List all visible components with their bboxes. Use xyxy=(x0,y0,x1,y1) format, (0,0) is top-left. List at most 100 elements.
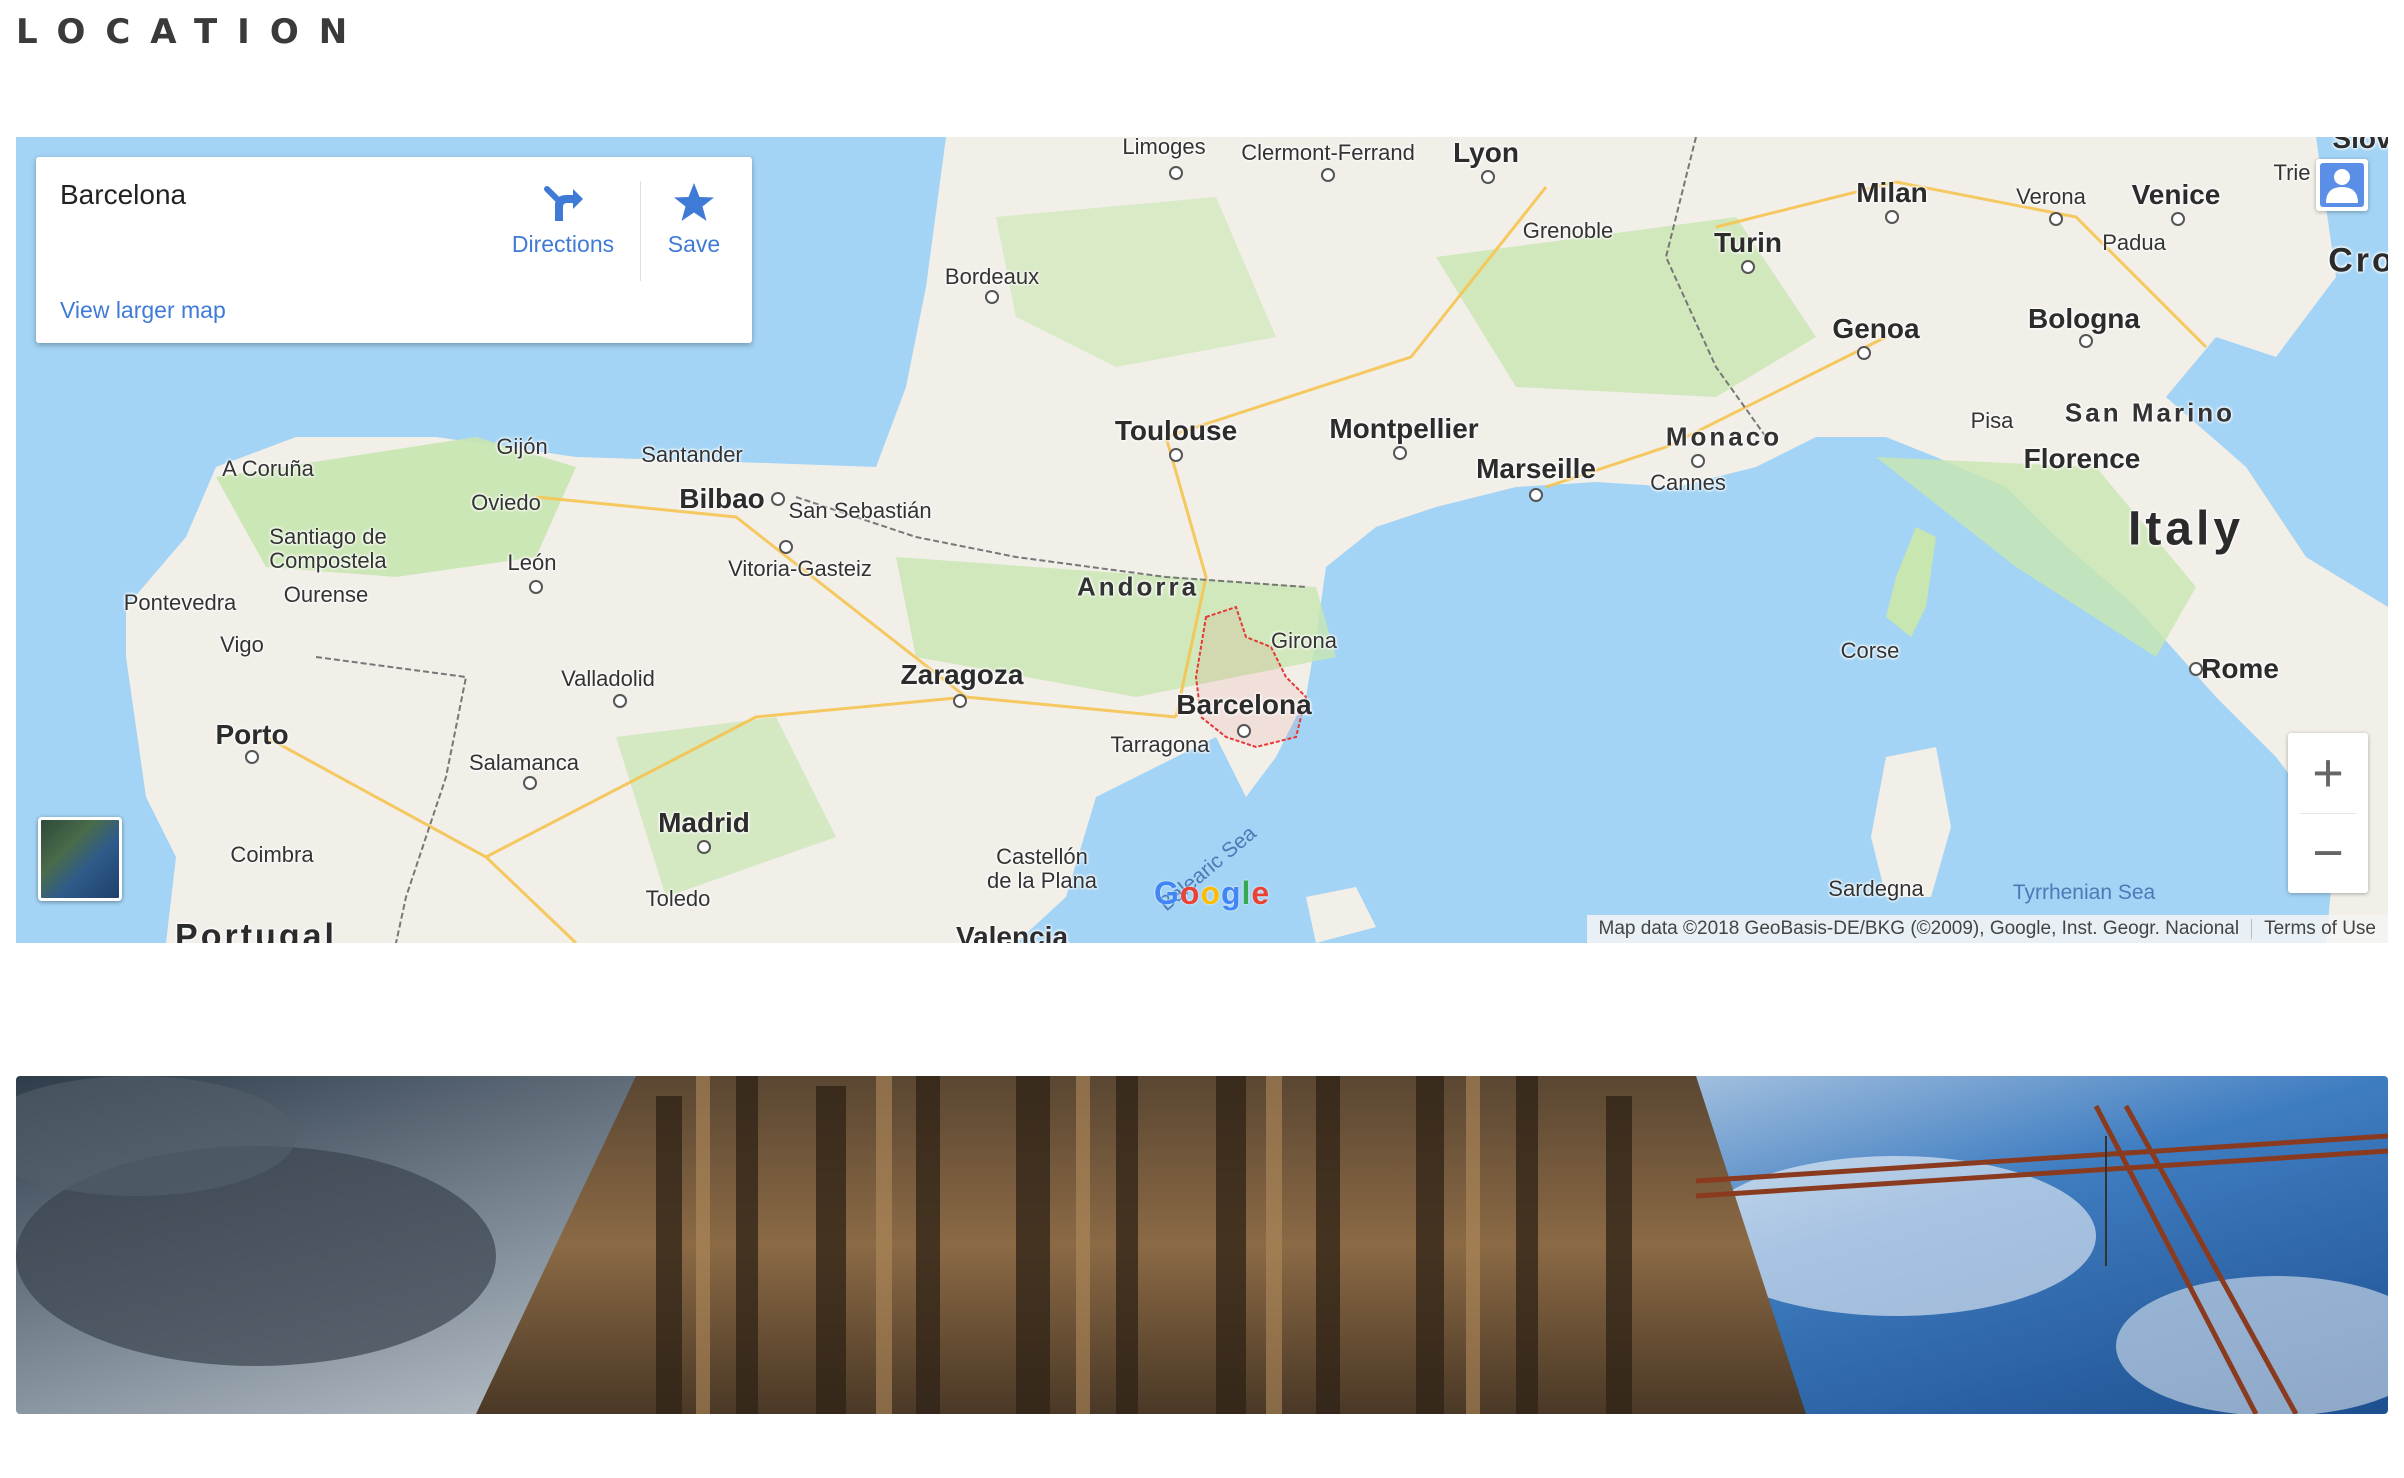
map-label-milan: Milan xyxy=(1856,177,1928,208)
map-label-toulouse: Toulouse xyxy=(1114,415,1238,446)
map-label-valencia: Valencia xyxy=(955,921,1069,943)
google-logo: Google xyxy=(1154,875,1271,911)
map-label-zaragoza: Zaragoza xyxy=(900,659,1024,690)
map-label-bilbao: Bilbao xyxy=(679,483,765,514)
map-label-pisa: Pisa xyxy=(1970,408,2014,433)
zoom-control: + − xyxy=(2288,733,2368,893)
map-label-grenoble: Grenoble xyxy=(1522,218,1614,243)
map-city-dot[interactable] xyxy=(523,776,537,790)
map-city-dot[interactable] xyxy=(1691,454,1705,468)
map-city-dot[interactable] xyxy=(1529,488,1543,502)
map-label-tarragona: Tarragona xyxy=(1110,732,1210,757)
map-city-dot[interactable] xyxy=(1237,724,1251,738)
map-city-dot[interactable] xyxy=(697,840,711,854)
map-label-barcelona: Barcelona xyxy=(1176,689,1312,720)
map-attribution: Map data ©2018 GeoBasis-DE/BKG (©2009), … xyxy=(1586,915,2388,943)
map-city-dot[interactable] xyxy=(1857,346,1871,360)
place-info-card: Barcelona Directions Save View larger ma… xyxy=(36,157,752,343)
map-label-leon: León xyxy=(507,550,557,575)
section-title: LOCATION xyxy=(16,12,368,52)
map-city-dot[interactable] xyxy=(2171,212,2185,226)
map-city-dot[interactable] xyxy=(1885,210,1899,224)
map-city-dot[interactable] xyxy=(1393,446,1407,460)
map-label-castellon: Castellón de la Plana xyxy=(986,844,1098,893)
map-label-ourense: Ourense xyxy=(283,582,369,607)
map-city-dot[interactable] xyxy=(529,580,543,594)
map-label-a-coruna: A Coruña xyxy=(222,456,314,481)
satellite-view-toggle[interactable] xyxy=(38,817,122,901)
map-label-vigo: Vigo xyxy=(220,632,264,657)
map-label-girona: Girona xyxy=(1270,628,1338,653)
directions-label: Directions xyxy=(511,231,615,257)
directions-button[interactable]: Directions xyxy=(498,181,628,258)
save-label: Save xyxy=(667,231,721,257)
view-larger-map-link[interactable]: View larger map xyxy=(60,297,226,324)
map-label-valladolid: Valladolid xyxy=(561,666,655,691)
map-label-andorra: Andorra xyxy=(1076,571,1200,602)
map-label-cannes: Cannes xyxy=(1650,470,1726,495)
map-label-sardegna: Sardegna xyxy=(1828,876,1924,901)
map-label-bordeaux: Bordeaux xyxy=(944,264,1040,289)
map-label-coimbra: Coimbra xyxy=(230,842,314,867)
map-label-genoa: Genoa xyxy=(1832,313,1920,344)
map-label-lyon: Lyon xyxy=(1453,137,1519,168)
zoom-out-button[interactable]: − xyxy=(2288,813,2368,893)
map-city-dot[interactable] xyxy=(1741,260,1755,274)
map-label-marseille: Marseille xyxy=(1476,453,1596,484)
map-city-dot[interactable] xyxy=(613,694,627,708)
map-label-limoges: Limoges xyxy=(1122,137,1206,159)
zoom-in-button[interactable]: + xyxy=(2288,733,2368,813)
map-city-dot[interactable] xyxy=(1169,448,1183,462)
map-label-toledo: Toledo xyxy=(645,886,711,911)
card-divider xyxy=(640,181,641,281)
map-label-salamanca: Salamanca xyxy=(468,750,580,775)
map-label-verona: Verona xyxy=(2016,184,2086,209)
star-icon xyxy=(674,183,714,221)
map-city-dot[interactable] xyxy=(1169,166,1183,180)
place-name: Barcelona xyxy=(60,179,187,210)
map-label-san-marino: San Marino xyxy=(2064,397,2236,428)
map-city-dot[interactable] xyxy=(1321,168,1335,182)
sagrada-familia-photo xyxy=(16,1076,2388,1414)
map-city-dot[interactable] xyxy=(2049,212,2063,226)
save-button[interactable]: Save xyxy=(656,181,732,258)
map-label-portugal: Portugal xyxy=(175,917,337,944)
photo-illustration xyxy=(16,1076,2388,1414)
map-label-slovenia: Slov xyxy=(2332,137,2388,154)
map-data-attribution: Map data ©2018 GeoBasis-DE/BKG (©2009), … xyxy=(1598,918,2240,939)
map-label-corse: Corse xyxy=(1840,638,1900,663)
map-label-san-sebastian: San Sebastián xyxy=(788,498,932,523)
map-label-turin: Turin xyxy=(1714,227,1782,258)
person-icon xyxy=(2320,163,2364,207)
embedded-map[interactable]: Limoges Clermont-Ferrand Lyon Milan Vero… xyxy=(16,137,2388,943)
map-label-pontevedra: Pontevedra xyxy=(123,590,237,615)
map-label-bologna: Bologna xyxy=(2028,303,2140,334)
map-label-gijon: Gijón xyxy=(496,434,548,459)
terms-of-use-link[interactable]: Terms of Use xyxy=(2252,918,2388,940)
map-label-tyrrhenian-sea: Tyrrhenian Sea xyxy=(2012,881,2156,904)
map-label-padua: Padua xyxy=(2102,230,2166,255)
map-label-montpellier: Montpellier xyxy=(1329,413,1479,444)
map-label-vitoria: Vitoria-Gasteiz xyxy=(728,556,872,581)
map-label-trieste: Trie xyxy=(2273,160,2311,185)
map-city-dot[interactable] xyxy=(953,694,967,708)
map-label-santiago: Santiago de Compostela xyxy=(269,524,387,573)
map-city-dot[interactable] xyxy=(245,750,259,764)
map-label-rome: Rome xyxy=(2201,653,2279,684)
map-label-santander: Santander xyxy=(641,442,743,467)
map-label-monaco: Monaco xyxy=(1665,421,1783,452)
map-city-dot[interactable] xyxy=(2079,334,2093,348)
map-label-oviedo: Oviedo xyxy=(471,490,541,515)
map-label-florence: Florence xyxy=(2023,443,2141,474)
map-city-dot[interactable] xyxy=(2189,662,2203,676)
map-label-venice: Venice xyxy=(2131,179,2221,210)
map-label-madrid: Madrid xyxy=(658,807,750,838)
map-city-dot[interactable] xyxy=(985,290,999,304)
map-label-porto: Porto xyxy=(215,719,289,750)
street-view-pegman[interactable] xyxy=(2316,159,2368,211)
map-city-dot[interactable] xyxy=(1481,170,1495,184)
map-label-clermont: Clermont-Ferrand xyxy=(1241,140,1415,165)
map-city-dot[interactable] xyxy=(771,492,785,506)
map-city-dot[interactable] xyxy=(779,540,793,554)
map-label-croatia: Cro xyxy=(2328,241,2388,280)
